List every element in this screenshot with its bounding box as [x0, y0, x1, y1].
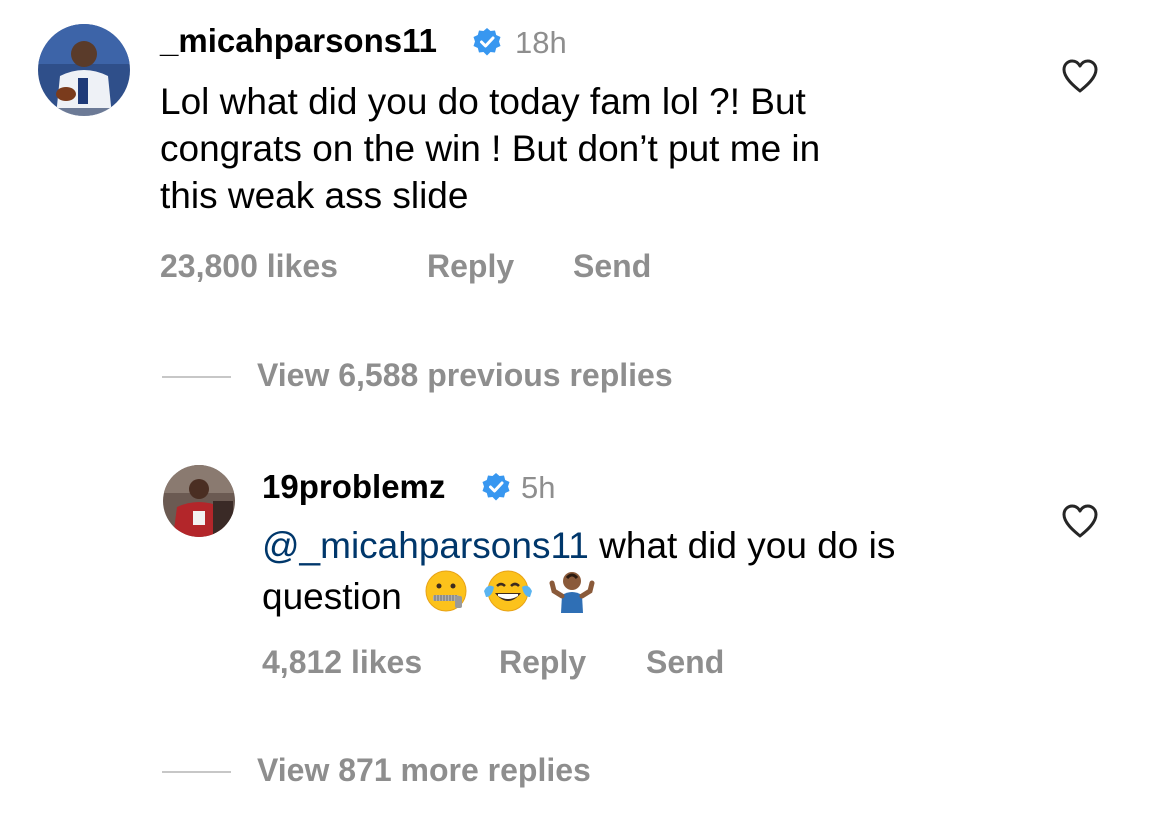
comment-text: Lol what did you do today fam lol ?! But…	[160, 78, 1040, 219]
replies-divider	[162, 376, 231, 378]
comment-text-line: Lol what did you do today fam lol ?! But	[160, 81, 806, 122]
avatar-image	[163, 465, 235, 537]
verified-badge-icon	[473, 28, 501, 56]
comment-likes-count[interactable]: 23,800 likes	[160, 248, 338, 285]
comment-text-line: this weak ass slide	[160, 175, 469, 216]
avatar-image	[38, 24, 130, 116]
replies-divider	[162, 771, 231, 773]
reply-text-line1: what did you do is	[588, 525, 896, 566]
reply-username[interactable]: 19problemz	[262, 468, 445, 506]
comment-send-button[interactable]: Send	[573, 248, 651, 285]
reply-reply-button[interactable]: Reply	[499, 644, 586, 681]
reply-send-button[interactable]: Send	[646, 644, 724, 681]
view-previous-replies-link[interactable]: View 6,588 previous replies	[257, 357, 673, 394]
reply-text-line: @_micahparsons11 what did you do is	[262, 522, 1052, 569]
comment-timestamp: 18h	[515, 25, 567, 60]
avatar-micahparsons11[interactable]	[38, 24, 130, 116]
comment-text-line: congrats on the win ! But don’t put me i…	[160, 128, 821, 169]
person-shrugging-icon	[549, 572, 595, 613]
reply-likes-count[interactable]: 4,812 likes	[262, 644, 422, 681]
reply-text: @_micahparsons11 what did you do is ques…	[262, 522, 1052, 620]
reply-timestamp: 5h	[521, 470, 556, 505]
avatar-19problemz[interactable]	[163, 465, 235, 537]
face-with-tears-of-joy-icon	[484, 570, 533, 612]
zipper-mouth-face-icon	[425, 570, 467, 612]
reply-text-line2: question	[262, 576, 402, 617]
reply-text-line: question	[262, 569, 1052, 620]
view-more-replies-link[interactable]: View 871 more replies	[257, 752, 591, 789]
mention-link[interactable]: @_micahparsons11	[262, 525, 589, 566]
like-heart-icon[interactable]	[1061, 503, 1099, 539]
verified-badge-icon	[482, 473, 510, 501]
comment-reply-button[interactable]: Reply	[427, 248, 514, 285]
comment-username[interactable]: _micahparsons11	[160, 22, 437, 60]
like-heart-icon[interactable]	[1061, 58, 1099, 94]
